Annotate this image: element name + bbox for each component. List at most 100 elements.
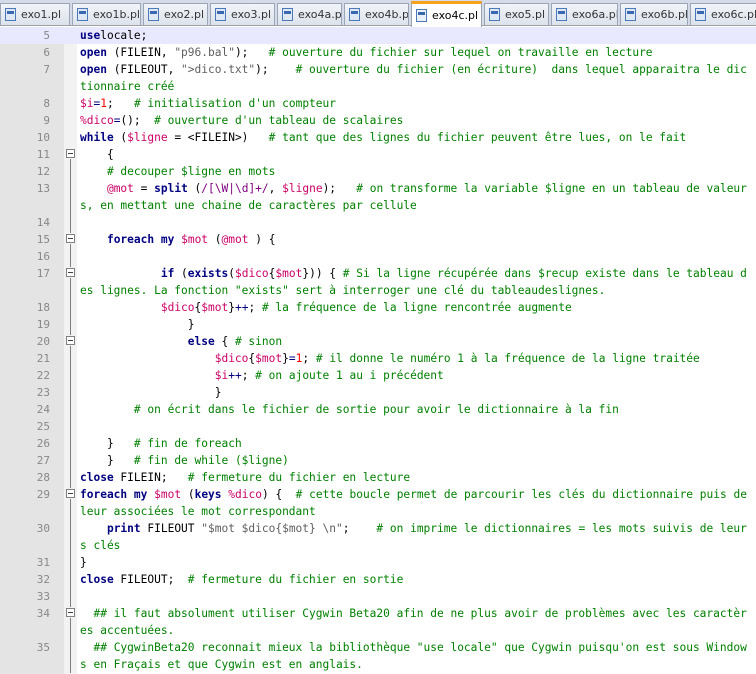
code-line[interactable]: 28 close FILEIN; # fermeture du fichier e… xyxy=(0,469,756,486)
code-token: , xyxy=(268,182,283,195)
tab-exo6c-pl[interactable]: exo6c.pl xyxy=(690,3,756,25)
code-line[interactable]: 7 open (FILEOUT, ">dico.txt"); # ouvertur… xyxy=(0,61,756,95)
code-token: # sinon xyxy=(234,335,283,348)
tab-exo1-pl[interactable]: exo1.pl xyxy=(0,3,70,25)
line-number: 28 xyxy=(36,471,50,484)
code-token: ) { xyxy=(261,488,296,501)
code-token: $mot xyxy=(255,352,283,365)
line-number: 21 xyxy=(36,352,50,365)
code-line[interactable]: 16 xyxy=(0,248,756,265)
code-line[interactable]: 34 ## il faut absolument utiliser Cygwin… xyxy=(0,605,756,639)
code-line[interactable]: 10 while ($ligne = <FILEIN>) # tant que d… xyxy=(0,129,756,146)
code-token: FILEOUT xyxy=(140,522,202,535)
tab-exo2-pl[interactable]: exo2.pl xyxy=(143,3,208,25)
code-text: $i=1; # initialisation d'un compteur xyxy=(80,95,756,112)
code-token: } xyxy=(282,352,289,365)
line-number: 19 xyxy=(36,318,50,331)
tab-exo4b-pl[interactable]: exo4b.pl xyxy=(344,3,409,25)
fold-toggle-icon[interactable] xyxy=(66,489,75,498)
code-line[interactable]: 6 open (FILEIN, "p96.bal"); # ouverture d… xyxy=(0,44,756,61)
code-token: = xyxy=(133,182,155,195)
code-line[interactable]: 20 else { # sinon xyxy=(0,333,756,350)
code-line[interactable]: 5 uselocale; xyxy=(0,27,756,44)
code-token: ## CygwinBeta20 reconnait mieux la bibli… xyxy=(80,641,747,671)
tab-exo5-pl[interactable]: exo5.pl xyxy=(484,3,549,25)
code-line[interactable]: 23 } xyxy=(0,384,756,401)
code-token: ( xyxy=(113,131,128,144)
code-text: if (exists($dico{$mot})) { # Si la ligne… xyxy=(80,265,756,299)
code-line[interactable]: 17 if (exists($dico{$mot})) { # Si la li… xyxy=(0,265,756,299)
code-token: ( xyxy=(187,182,202,195)
code-line[interactable]: 15 foreach my $mot (@mot ) { xyxy=(0,231,756,248)
code-text: %dico=(); # ouverture d'un tableau de sc… xyxy=(80,112,756,129)
code-line[interactable]: 31} xyxy=(0,554,756,571)
code-line[interactable]: 32 close FILEOUT; # fermeture du fichier … xyxy=(0,571,756,588)
code-token: } xyxy=(80,437,134,450)
tab-exo3-pl[interactable]: exo3.pl xyxy=(210,3,275,25)
code-token: $mot xyxy=(201,301,229,314)
code-line[interactable]: 8 $i=1; # initialisation d'un compteur xyxy=(0,95,756,112)
code-line[interactable]: 19 } xyxy=(0,316,756,333)
code-text: print FILEOUT "$mot $dico{$mot} \n"; # o… xyxy=(80,520,756,554)
code-line[interactable]: 9 %dico=(); # ouverture d'un tableau de s… xyxy=(0,112,756,129)
code-token: $mot xyxy=(181,233,209,246)
code-line[interactable]: 35 ## CygwinBeta20 reconnait mieux la bi… xyxy=(0,639,756,673)
code-token: 1 xyxy=(100,97,107,110)
tab-exo6a-pl[interactable]: exo6a.pl xyxy=(551,3,618,25)
code-line[interactable]: 22 $i++; # on ajoute 1 au i précédent xyxy=(0,367,756,384)
code-text: close FILEOUT; # fermeture du fichier en… xyxy=(80,571,756,588)
code-line[interactable]: 33 xyxy=(0,588,756,605)
line-number: 27 xyxy=(36,454,50,467)
code-line[interactable]: 25 xyxy=(0,418,756,435)
code-text: close FILEIN; # fermeture du fichier en … xyxy=(80,469,756,486)
line-number: 26 xyxy=(36,437,50,450)
code-line[interactable]: 12 # decouper $ligne en mots xyxy=(0,163,756,180)
fold-guide-line xyxy=(70,244,71,267)
fold-guide-line xyxy=(70,499,71,607)
fold-toggle-icon[interactable] xyxy=(66,149,75,158)
file-icon xyxy=(282,8,293,21)
code-token: ; xyxy=(248,301,262,314)
code-line[interactable]: 11 { xyxy=(0,146,756,163)
fold-toggle-icon[interactable] xyxy=(66,234,75,243)
code-line[interactable]: 27 } # fin de while ($ligne) xyxy=(0,452,756,469)
code-token: # initialisation d'un compteur xyxy=(133,97,337,110)
code-token: ); xyxy=(322,182,357,195)
code-token: else xyxy=(187,335,215,348)
code-line[interactable]: 18 $dico{$mot}++; # la fréquence de la l… xyxy=(0,299,756,316)
code-token: use xyxy=(80,29,101,42)
fold-toggle-icon[interactable] xyxy=(66,608,75,617)
file-icon xyxy=(695,8,706,21)
code-line[interactable]: 30 print FILEOUT "$mot $dico{$mot} \n"; … xyxy=(0,520,756,554)
code-editor[interactable]: 5 uselocale; 6 open (FILEIN, "p96.bal"); # … xyxy=(0,27,756,674)
code-line[interactable]: 26 } # fin de foreach xyxy=(0,435,756,452)
code-token: open xyxy=(80,46,107,59)
code-token: ( xyxy=(181,488,195,501)
line-number: 10 xyxy=(36,131,50,144)
code-token: ++ xyxy=(234,301,249,314)
tab-exo4c-pl[interactable]: exo4c.pl xyxy=(411,1,482,27)
code-token: } xyxy=(80,454,134,467)
code-line[interactable]: 13 @mot = split (/[\W|\d]+/, $ligne); # … xyxy=(0,180,756,214)
line-number: 12 xyxy=(36,165,50,178)
line-number: 17 xyxy=(36,267,50,280)
code-text: $dico{$mot}=1; # il donne le numéro 1 à … xyxy=(80,350,756,367)
code-line[interactable]: 29 foreach my $mot (keys %dico) { # cette… xyxy=(0,486,756,520)
code-text: foreach my $mot (@mot ) { xyxy=(80,231,756,248)
code-token: FILEIN; xyxy=(113,471,188,484)
code-token: })) { xyxy=(302,267,343,280)
code-line[interactable]: 14 xyxy=(0,214,756,231)
tab-exo4a-pl[interactable]: exo4a.pl xyxy=(277,3,342,25)
code-token: my xyxy=(160,233,175,246)
code-line[interactable]: 24 # on écrit dans le fichier de sortie … xyxy=(0,401,756,418)
fold-toggle-icon[interactable] xyxy=(66,268,75,277)
code-token: # ouverture du fichier sur lequel on tra… xyxy=(268,46,653,59)
tab-exo1b-pl[interactable]: exo1b.pl xyxy=(72,3,141,25)
line-number: 15 xyxy=(36,233,50,246)
code-line[interactable]: 21 $dico{$mot}=1; # il donne le numéro 1… xyxy=(0,350,756,367)
fold-toggle-icon[interactable] xyxy=(66,336,75,345)
tab-exo6b-pl[interactable]: exo6b.pl xyxy=(620,3,688,25)
